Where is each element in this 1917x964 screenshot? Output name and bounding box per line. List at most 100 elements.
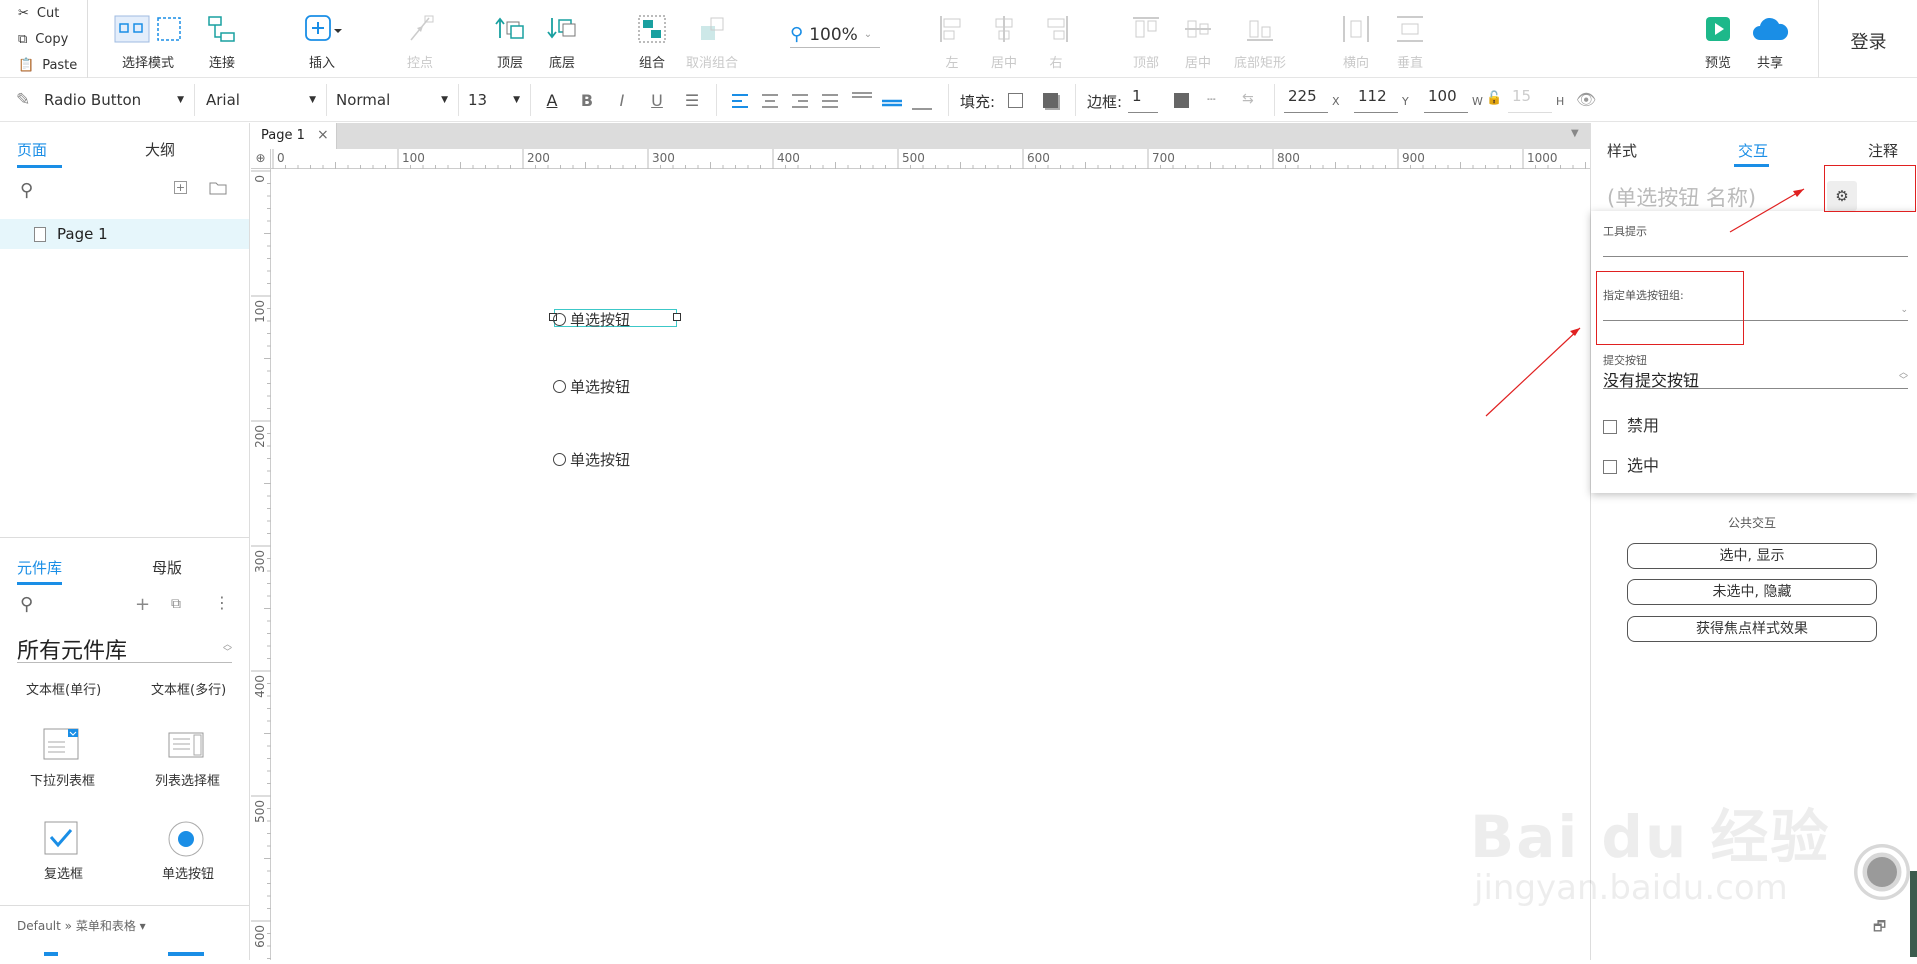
floating-ring-icon[interactable] — [1851, 841, 1913, 903]
align-center-text-icon — [762, 94, 778, 108]
side-level-meter — [1910, 871, 1917, 957]
border-label: 边框: — [1087, 93, 1123, 111]
tab-pages[interactable]: 页面 — [17, 139, 47, 160]
align-bottom-button[interactable]: 底部矩形 — [1222, 12, 1298, 72]
add-page-icon[interactable]: + — [174, 181, 187, 194]
widget-radio[interactable]: 单选按钮 — [162, 863, 214, 882]
paste-icon: 📋 — [18, 57, 35, 73]
cut-button[interactable]: ✂ Cut — [0, 0, 88, 26]
add-library-icon[interactable]: + — [135, 594, 150, 615]
radio-button-1[interactable]: 单选按钮 — [553, 309, 630, 330]
select-mode-button[interactable]: 选择模式 — [110, 12, 186, 72]
y-input[interactable]: 112 — [1354, 87, 1398, 113]
x-input[interactable]: 225 — [1284, 87, 1328, 113]
bring-front-icon — [495, 17, 524, 39]
ruler-label: 0 — [277, 151, 285, 165]
action-focus-style-button[interactable]: 获得焦点样式效果 — [1627, 616, 1877, 642]
paste-button[interactable]: 📋 Paste — [0, 52, 88, 78]
underline-icon[interactable]: U — [647, 91, 667, 110]
close-icon[interactable]: × — [317, 127, 329, 143]
widget-listbox[interactable]: 列表选择框 — [155, 770, 220, 789]
border-width-input[interactable]: 1 — [1128, 87, 1158, 113]
font-weight-select[interactable]: Normal ▼ — [336, 87, 448, 113]
tab-notes[interactable]: 注释 — [1868, 140, 1898, 161]
login-button[interactable]: 登录 — [1820, 28, 1917, 54]
connector-icon — [208, 16, 235, 42]
fill-color-swatch[interactable] — [1008, 93, 1023, 108]
italic-icon[interactable]: I — [612, 91, 632, 110]
tab-interaction[interactable]: 交互 — [1738, 140, 1768, 161]
font-family-select[interactable]: Arial ▼ — [206, 87, 316, 113]
ruler-label: 100 — [402, 151, 425, 165]
search-icon[interactable]: ⚲ — [20, 180, 33, 201]
tab-outline[interactable]: 大纲 — [145, 139, 175, 160]
send-to-back-button[interactable]: 底层 — [526, 12, 598, 72]
widget-checkbox[interactable]: 复选框 — [44, 863, 83, 882]
up-down-chevron-icon: ︿ ﹀ — [222, 639, 232, 658]
tab-page1[interactable]: Page 1 × — [251, 123, 337, 149]
radio-circle-icon — [553, 453, 566, 466]
width-input[interactable]: 100 — [1424, 87, 1468, 113]
divider — [0, 537, 249, 538]
up-down-chevron-icon: ︿ ﹀ — [1898, 368, 1908, 386]
copy-button[interactable]: ⧉ Copy — [0, 26, 88, 52]
bold-icon[interactable]: B — [577, 91, 597, 110]
resize-handle[interactable] — [673, 313, 681, 321]
canvas-area: Page 1 × ▼ ⊕ 0 100 200 300 400 500 600 700 800 90… — [251, 123, 1590, 960]
ruler-label: 100 — [253, 300, 267, 323]
action-select-show-button[interactable]: 选中, 显示 — [1627, 543, 1877, 569]
ruler-origin-icon[interactable]: ⊕ — [251, 149, 271, 169]
tab-overflow-icon[interactable]: ▼ — [1571, 128, 1579, 139]
horizontal-ruler: 0 100 200 300 400 500 600 700 800 900 1000 — [271, 149, 1590, 169]
chevron-down-icon: ⌄ — [863, 29, 873, 40]
valign-top-icon — [852, 92, 872, 98]
page-item-page1[interactable]: Page 1 — [0, 219, 249, 249]
checkbox-box — [1603, 459, 1617, 474]
align-right-button[interactable]: 右 — [1020, 12, 1092, 72]
align-middle-icon — [1185, 20, 1211, 38]
font-size-select[interactable]: 13 ▼ — [468, 87, 520, 113]
page-doc-icon — [34, 227, 46, 242]
distribute-vertical-button[interactable]: 垂直 — [1374, 12, 1446, 72]
search-icon[interactable]: ⚲ — [20, 594, 33, 615]
bullet-list-icon[interactable]: ☰ — [682, 91, 702, 110]
tab-style[interactable]: 样式 — [1607, 140, 1637, 161]
line-style-icon[interactable]: ┄ — [1207, 92, 1215, 108]
tab-library[interactable]: 元件库 — [17, 557, 62, 578]
library-footer-breadcrumb[interactable]: Default » 菜单和表格 ▾ — [17, 917, 146, 934]
distribute-h-icon — [1343, 16, 1369, 42]
ruler-label: 800 — [1277, 151, 1300, 165]
visibility-eye-icon[interactable]: 👁 — [1576, 90, 1596, 109]
ungroup-button[interactable]: 取消组合 — [676, 12, 748, 72]
action-unselect-hide-button[interactable]: 未选中, 隐藏 — [1627, 579, 1877, 605]
arrow-style-icon[interactable]: ⇆ — [1242, 91, 1254, 107]
shadow-swatch[interactable] — [1043, 93, 1058, 108]
divider — [530, 84, 531, 116]
zoom-selector[interactable]: ⚲ 100% ⌄ — [790, 22, 880, 48]
selected-checkbox[interactable]: 选中 — [1603, 452, 1659, 476]
tab-masters[interactable]: 母版 — [152, 557, 182, 578]
library-select[interactable]: 所有元件库 ︿ ﹀ — [17, 635, 232, 664]
restore-window-icon[interactable]: 🗗 — [1873, 916, 1886, 940]
annotation-arrows — [1485, 188, 1805, 417]
insert-button[interactable]: 插入 — [286, 12, 358, 72]
list-box-icon — [168, 732, 204, 758]
border-color-swatch[interactable] — [1174, 93, 1189, 108]
widget-style-select[interactable]: Radio Button ▼ — [44, 87, 184, 113]
more-vertical-icon[interactable]: ⋮ — [214, 593, 230, 612]
lock-icon[interactable]: 🔓 — [1486, 91, 1502, 106]
radio-button-2[interactable]: 单选按钮 — [553, 376, 630, 397]
align-bottom-icon — [1247, 20, 1273, 41]
radio-button-3[interactable]: 单选按钮 — [553, 449, 630, 470]
height-input[interactable]: 15 — [1508, 87, 1552, 113]
widget-textbox-multi[interactable]: 文本框(多行) — [151, 679, 226, 698]
widget-dropdown[interactable]: 下拉列表框 — [30, 770, 95, 789]
share-button[interactable]: 共享 — [1734, 12, 1806, 72]
font-color-icon[interactable]: A — [542, 91, 562, 110]
control-point-button[interactable]: 控点 — [384, 12, 456, 72]
library-stack-icon[interactable]: ⧉ — [171, 596, 181, 612]
connect-button[interactable]: 连接 — [186, 12, 258, 72]
widget-textbox-single[interactable]: 文本框(单行) — [26, 679, 101, 698]
add-folder-icon[interactable] — [209, 181, 227, 195]
ruler-label: 600 — [1027, 151, 1050, 165]
